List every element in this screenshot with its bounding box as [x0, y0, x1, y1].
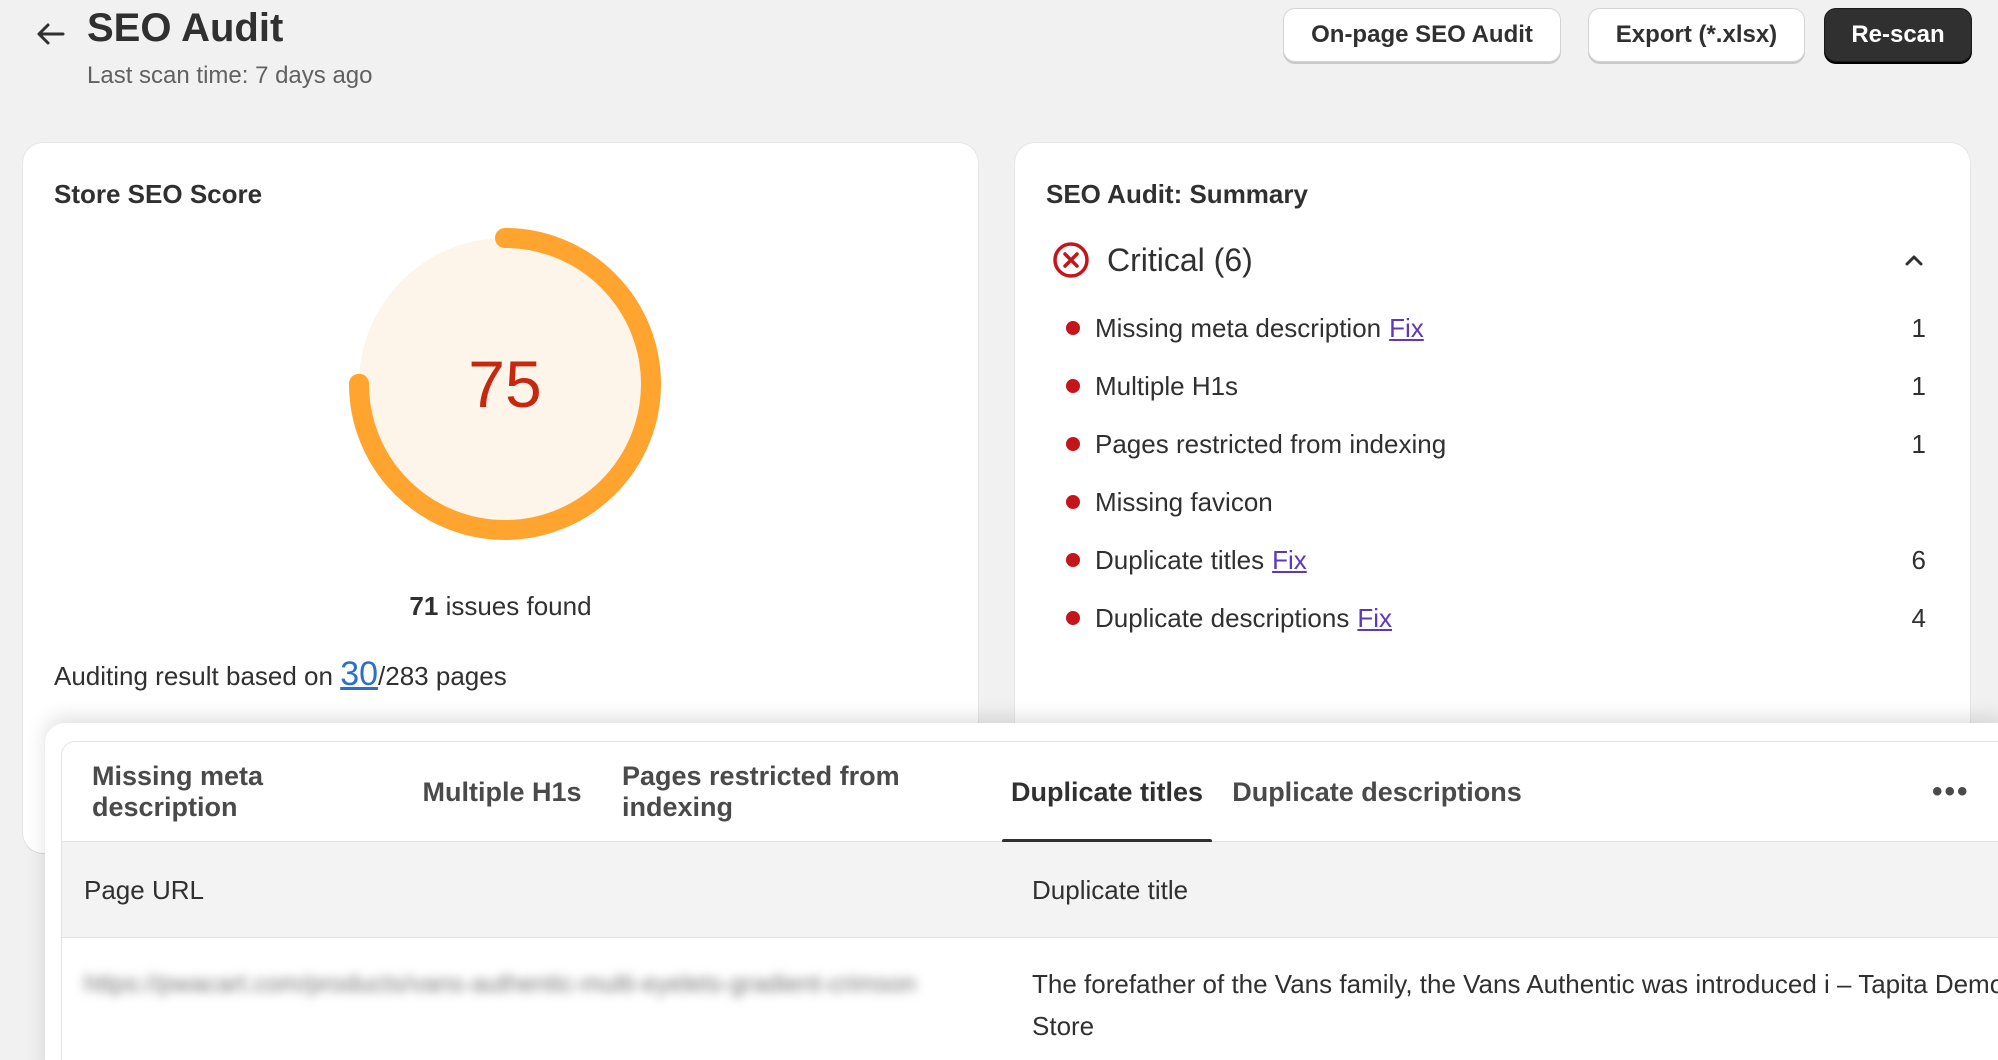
issues-count: 71	[409, 591, 439, 621]
critical-issue-item: Missing favicon	[1066, 482, 1926, 522]
issue-details-panel: Missing meta description Multiple H1s Page…	[45, 723, 1998, 1060]
issue-details-content: Missing meta description Multiple H1s Page…	[61, 741, 1998, 1060]
card-title: SEO Audit: Summary	[1046, 179, 1308, 209]
table-row[interactable]: https://pwacart.com/products/vans-authen…	[62, 939, 1998, 1060]
column-duplicate-title: Duplicate title	[1032, 874, 1189, 905]
tab-duplicate-titles[interactable]: Duplicate titles	[1002, 742, 1212, 843]
fix-link[interactable]: Fix	[1357, 603, 1392, 634]
column-page-url: Page URL	[84, 874, 204, 905]
critical-section-header[interactable]: Critical (6)	[1051, 235, 1931, 285]
critical-issue-item: Duplicate titles Fix 6	[1066, 540, 1926, 580]
card-title: Store SEO Score	[54, 179, 263, 209]
issue-label: Multiple H1s	[1095, 370, 1239, 401]
issue-count: 1	[1911, 429, 1926, 459]
more-tabs-icon[interactable]: •••	[1932, 742, 1970, 842]
page-header: SEO Audit Last scan time: 7 days ago On-…	[0, 0, 1998, 110]
critical-issue-item: Pages restricted from indexing 1	[1066, 424, 1926, 464]
issue-count: 6	[1911, 545, 1926, 575]
issue-label: Duplicate titles	[1095, 544, 1265, 575]
audit-prefix: Auditing result based on	[54, 661, 341, 691]
tab-multiple-h1s[interactable]: Multiple H1s	[402, 742, 602, 842]
issue-label: Pages restricted from indexing	[1095, 428, 1447, 459]
critical-issue-item: Missing meta description Fix 1	[1066, 308, 1926, 348]
audit-suffix: /283 pages	[378, 661, 507, 691]
critical-dot-icon	[1066, 553, 1080, 567]
audited-pages-link[interactable]: 30	[340, 655, 378, 693]
auditing-result: Auditing result based on 30/283 pages	[54, 655, 507, 694]
issue-count: 1	[1911, 313, 1926, 343]
critical-label: Critical (6)	[1107, 241, 1253, 278]
table-header: Page URL Duplicate title	[62, 842, 1998, 938]
chevron-up-icon[interactable]	[1897, 243, 1931, 277]
issue-tabs: Missing meta description Multiple H1s Page…	[62, 742, 1998, 843]
page-title: SEO Audit	[87, 6, 284, 50]
issue-label: Missing meta description	[1095, 312, 1382, 343]
critical-issue-item: Duplicate descriptions Fix 4	[1066, 598, 1926, 638]
critical-dot-icon	[1066, 611, 1080, 625]
back-arrow-icon[interactable]	[32, 16, 68, 52]
issue-count: 4	[1911, 603, 1926, 633]
page-url-cell[interactable]: https://pwacart.com/products/vans-authen…	[84, 963, 1014, 1005]
critical-dot-icon	[1066, 321, 1080, 335]
issue-label: Missing favicon	[1095, 486, 1273, 517]
issues-label: issues found	[438, 591, 592, 621]
critical-dot-icon	[1066, 379, 1080, 393]
tab-missing-meta-description[interactable]: Missing meta description	[92, 742, 382, 842]
issues-found: 71 issues found	[23, 591, 978, 622]
fix-link[interactable]: Fix	[1389, 313, 1424, 344]
fix-link[interactable]: Fix	[1272, 545, 1307, 576]
critical-issue-item: Multiple H1s 1	[1066, 366, 1926, 406]
critical-dot-icon	[1066, 437, 1080, 451]
tab-pages-restricted-from-indexing[interactable]: Pages restricted from indexing	[622, 742, 1002, 842]
issue-label: Duplicate descriptions	[1095, 602, 1350, 633]
last-scan-time: Last scan time: 7 days ago	[87, 62, 373, 89]
score-value: 75	[468, 347, 542, 421]
export-xlsx-button[interactable]: Export (*.xlsx)	[1588, 8, 1805, 62]
duplicate-title-cell: The forefather of the Vans family, the V…	[1032, 969, 1998, 1041]
critical-x-circle-icon	[1053, 242, 1089, 278]
critical-dot-icon	[1066, 495, 1080, 509]
onpage-seo-audit-button[interactable]: On-page SEO Audit	[1283, 8, 1561, 62]
rescan-button[interactable]: Re-scan	[1824, 8, 1972, 62]
tab-duplicate-descriptions[interactable]: Duplicate descriptions	[1227, 742, 1527, 842]
issue-count: 1	[1911, 371, 1926, 401]
